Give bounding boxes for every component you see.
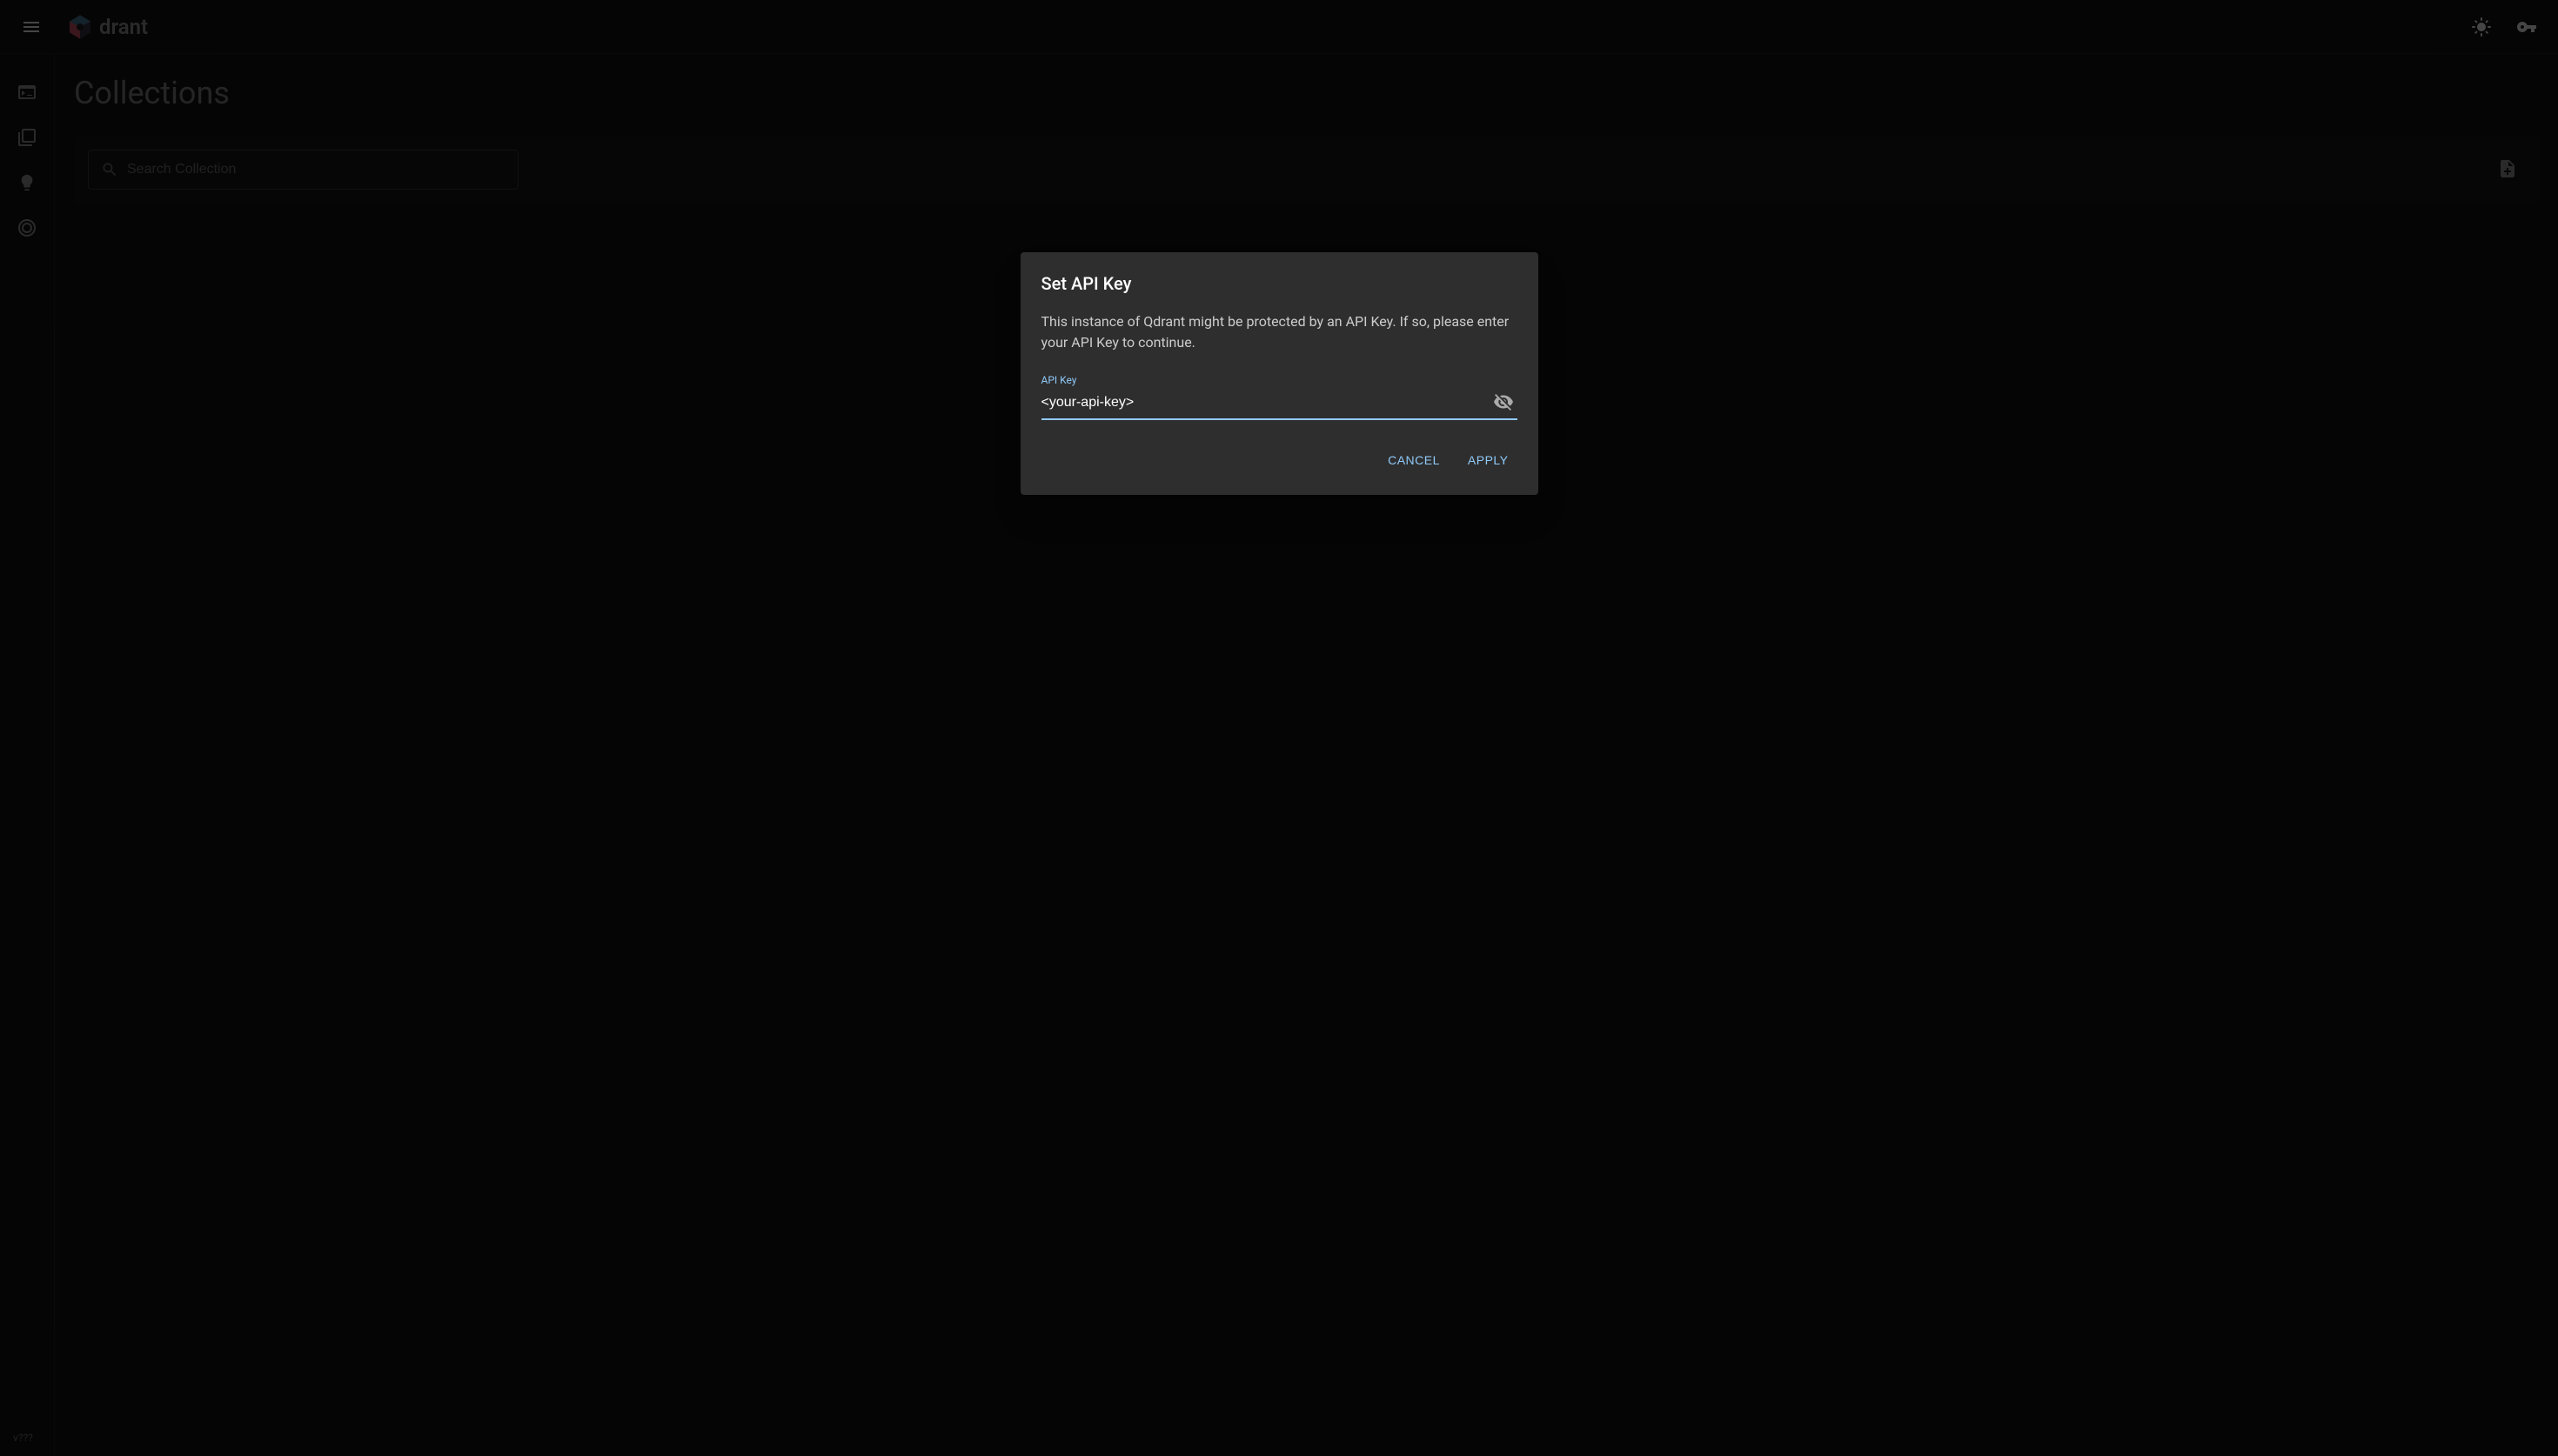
cancel-button[interactable]: Cancel: [1379, 446, 1449, 474]
modal-title: Set API Key: [1041, 273, 1517, 294]
api-key-modal: Set API Key This instance of Qdrant migh…: [1021, 252, 1538, 495]
visibility-toggle-button[interactable]: [1490, 388, 1517, 418]
api-key-field: API Key: [1041, 374, 1517, 420]
modal-actions: Cancel Apply: [1041, 446, 1517, 474]
api-key-label: API Key: [1041, 374, 1517, 386]
apply-button[interactable]: Apply: [1459, 446, 1517, 474]
modal-description: This instance of Qdrant might be protect…: [1041, 311, 1517, 353]
api-key-input[interactable]: [1041, 391, 1490, 416]
visibility-off-icon: [1493, 391, 1514, 412]
modal-overlay[interactable]: Set API Key This instance of Qdrant migh…: [0, 0, 2558, 1456]
